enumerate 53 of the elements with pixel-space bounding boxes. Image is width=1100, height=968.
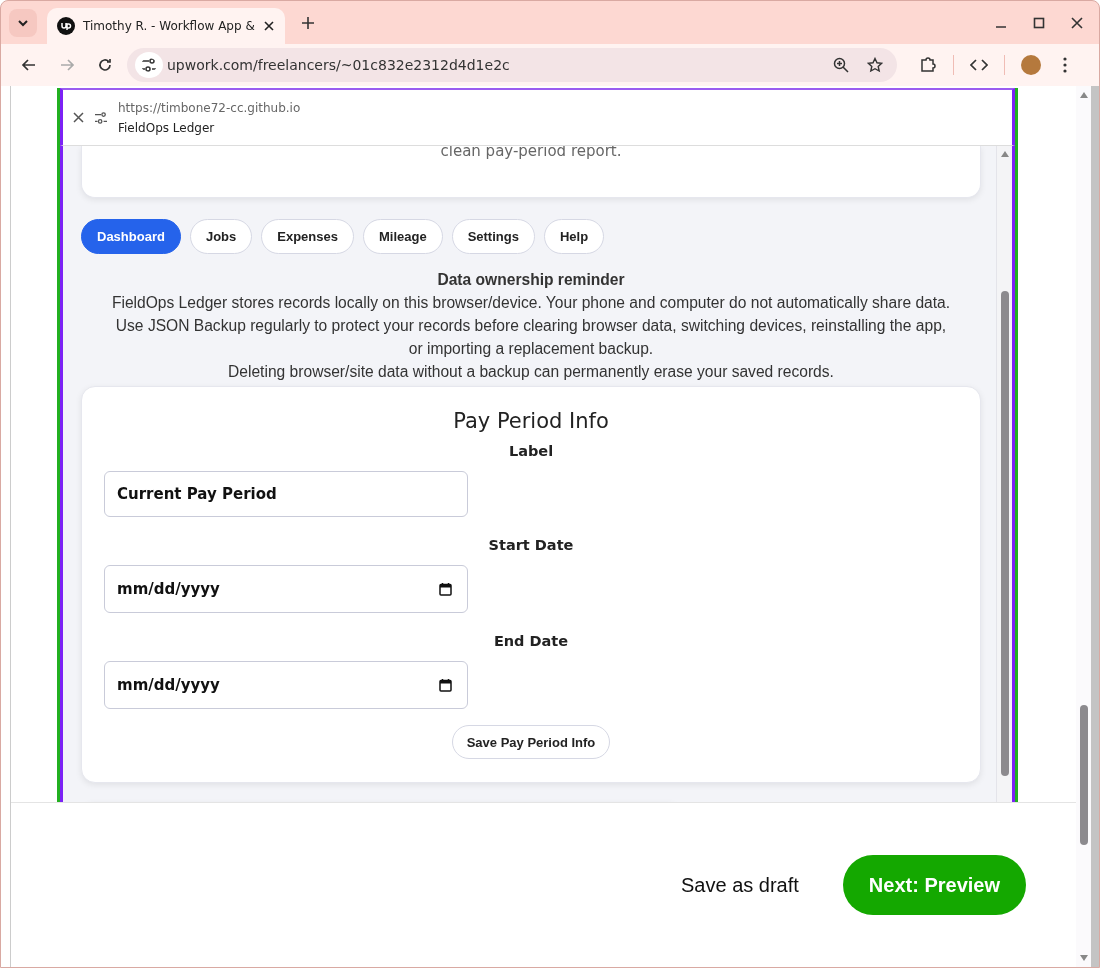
scroll-down-icon[interactable] [1079,955,1088,961]
back-arrow-icon[interactable] [21,57,37,73]
scroll-thumb[interactable] [1000,291,1009,776]
puzzle-piece-icon[interactable] [919,56,937,74]
scrollbar[interactable] [996,146,1012,802]
save-draft-button[interactable]: Save as draft [681,873,799,897]
scroll-up-icon[interactable] [1000,151,1009,157]
code-icon[interactable] [970,58,988,72]
star-icon[interactable] [867,57,883,73]
save-pay-period-button[interactable]: Save Pay Period Info [451,725,611,759]
nav-tab[interactable]: Expenses [261,219,354,254]
profile-avatar[interactable] [1021,55,1041,75]
preview-url: https://timbone72-cc.github.io [118,100,301,115]
field-label: Label [508,443,554,459]
close-icon[interactable] [73,112,84,123]
chevron-down-icon [17,18,29,27]
calendar-icon[interactable] [439,582,452,596]
card-title: Pay Period Info [453,409,609,433]
reminder-text: or importing a replacement backup. [407,339,655,359]
reminder-text: Use JSON Backup regularly to protect your records before clearing browser data, switching devices, reinstalling the app, [114,316,948,336]
tab-list-button[interactable] [9,8,37,37]
site-settings-icon[interactable] [135,52,163,78]
reload-icon[interactable] [97,57,113,73]
more-options-icon[interactable] [1063,57,1067,73]
close-icon[interactable] [1071,16,1083,29]
reminder-text: Deleting browser/site data without a backup can permanently erase your saved records. [227,362,835,382]
address-bar[interactable]: upwork.com/freelancers/~01c832e2312d4d1e2c [127,48,897,82]
date-field[interactable]: mm/dd/yyyy [104,661,468,709]
field-label: Start Date [488,537,574,553]
scroll-thumb[interactable] [1079,705,1088,845]
reminder-title: Data ownership reminder [437,270,625,290]
maximize-icon[interactable] [1033,16,1045,29]
plus-icon[interactable] [300,15,315,30]
date-field[interactable]: mm/dd/yyyy [104,565,468,613]
url-text: upwork.com/freelancers/~01c832e2312d4d1e2c [167,57,511,73]
field-label: End Date [493,633,569,649]
scrollbar[interactable] [1076,86,1099,967]
close-icon[interactable] [262,20,275,32]
preview-title: FieldOps Ledger [118,120,216,135]
tab-title: Timothy R. - Workflow App & [83,19,255,33]
text-field[interactable]: Current Pay Period [104,471,468,517]
nav-tab[interactable]: Settings [451,219,535,254]
reminder-text: FieldOps Ledger stores records locally on this browser/device. Your phone and computer do not automatically share data. [111,293,951,313]
site-settings-icon[interactable] [94,111,108,124]
nav-tab[interactable]: Jobs [189,219,253,254]
scroll-up-icon[interactable] [1079,92,1088,98]
zoom-icon[interactable] [833,57,849,73]
nav-tab[interactable]: Dashboard [81,219,181,254]
nav-tab[interactable]: Mileage [362,219,443,254]
nav-tab[interactable]: Help [543,219,605,254]
calendar-icon[interactable] [439,678,452,692]
site-logo-icon [57,17,75,35]
browser-tab[interactable]: Timothy R. - Workflow App & [47,8,285,44]
